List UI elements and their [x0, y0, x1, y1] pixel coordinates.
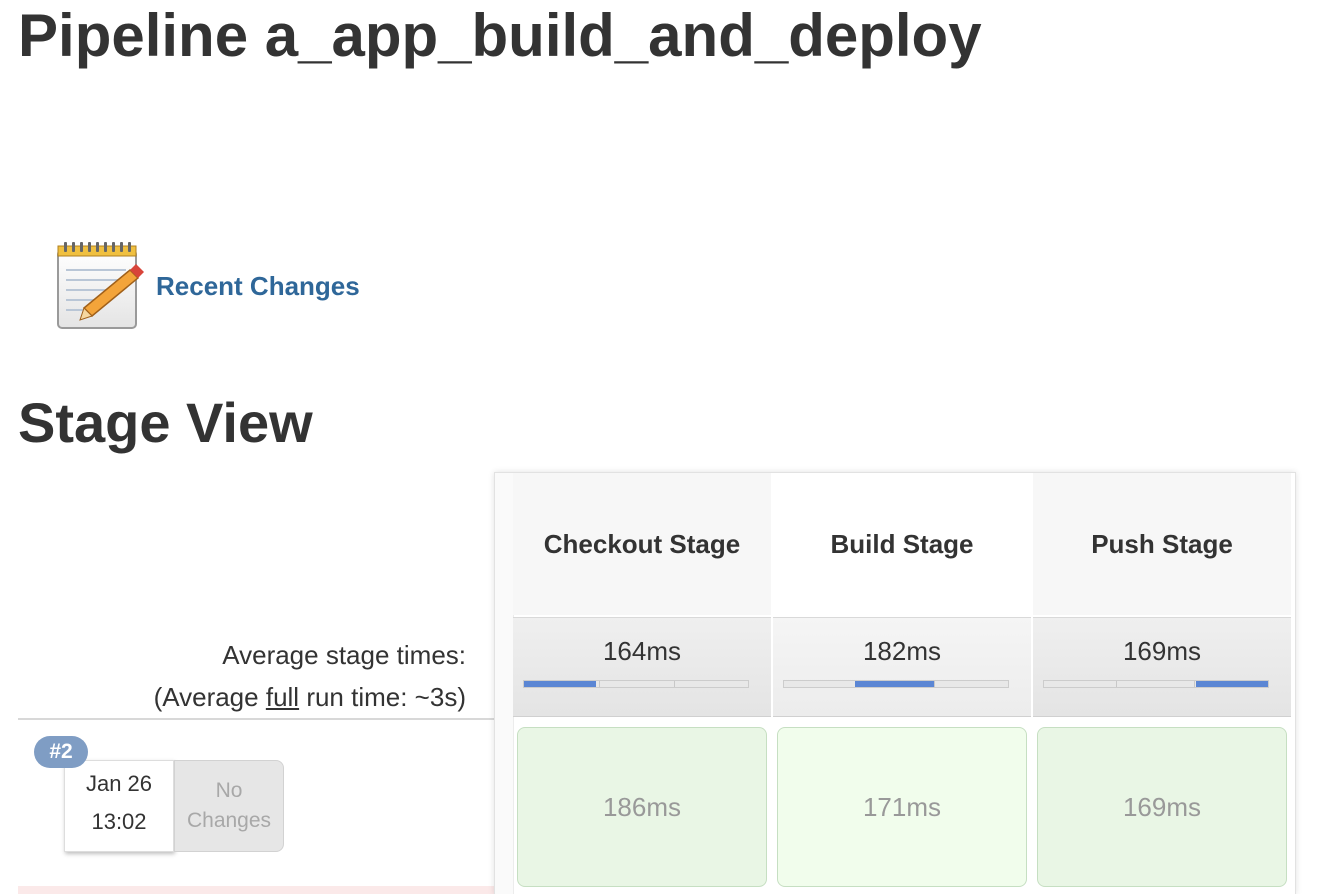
- bar-separator: [934, 681, 935, 687]
- stage-average-checkout: 164ms: [513, 617, 771, 717]
- stage-view-title: Stage View: [18, 391, 313, 454]
- stage-average-time: 164ms: [602, 636, 682, 666]
- stage-header-push[interactable]: Push Stage: [1033, 473, 1291, 615]
- bar-separator: [1194, 681, 1195, 687]
- stage-header-checkout[interactable]: Checkout Stage: [513, 473, 771, 615]
- build-date: Jan 26: [85, 771, 153, 796]
- build-row: #2 Jan 26 13:02 No Changes: [18, 720, 494, 888]
- average-stage-times-label: Average stage times: (Average full run t…: [154, 634, 466, 718]
- stage-table-gutter: [495, 473, 514, 894]
- page-title: Pipeline a_app_build_and_deploy: [18, 2, 982, 69]
- average-run-time-suffix: run time: ~3s): [299, 682, 466, 712]
- stage-average-time: 169ms: [1122, 636, 1202, 666]
- average-run-time-line: (Average full run time: ~3s): [154, 676, 466, 718]
- stage-average-bar-fill: [1196, 681, 1268, 687]
- recent-changes-label[interactable]: Recent Changes: [156, 271, 360, 302]
- stage-header-build[interactable]: Build Stage: [773, 473, 1031, 615]
- stage-column-push: Push Stage 169ms 169ms: [1033, 473, 1291, 894]
- stage-column-checkout: Checkout Stage 164ms 186ms: [513, 473, 771, 894]
- changes-line-2: Changes: [186, 809, 272, 832]
- build-number-badge[interactable]: #2: [34, 736, 88, 768]
- stage-average-bar: [1043, 680, 1269, 688]
- stage-view-left-panel: Average stage times: (Average full run t…: [18, 472, 494, 894]
- stage-column-build: Build Stage 182ms 171ms: [773, 473, 1031, 894]
- stage-cell-build[interactable]: 171ms: [777, 727, 1027, 887]
- average-stage-times-line: Average stage times:: [222, 640, 466, 670]
- bar-separator: [674, 681, 675, 687]
- next-build-row-strip: [18, 886, 494, 894]
- bar-separator: [1116, 681, 1117, 687]
- stage-average-bar: [783, 680, 1009, 688]
- build-changes-box: No Changes: [174, 760, 284, 852]
- page: Pipeline a_app_build_and_deploy Recent C…: [0, 0, 1322, 894]
- full-run-time-link[interactable]: full: [266, 682, 299, 712]
- build-timestamp: Jan 26 13:02: [64, 760, 174, 852]
- stage-average-bar-fill: [855, 681, 935, 687]
- bar-separator: [599, 681, 600, 687]
- build-time: 13:02: [91, 809, 147, 834]
- stage-table: Checkout Stage 164ms 186ms Build Stage 1…: [494, 472, 1296, 894]
- stage-average-bar: [523, 680, 749, 688]
- stage-average-build: 182ms: [773, 617, 1031, 717]
- recent-changes-link[interactable]: Recent Changes: [54, 240, 360, 332]
- stage-cell-push[interactable]: 169ms: [1037, 727, 1287, 887]
- stage-average-time: 182ms: [862, 636, 942, 666]
- changes-line-1: No: [215, 779, 243, 802]
- average-run-time-prefix: (Average: [153, 682, 266, 712]
- notepad-pencil-icon: [57, 242, 144, 329]
- stage-average-push: 169ms: [1033, 617, 1291, 717]
- stage-average-bar-fill: [524, 681, 596, 687]
- stage-cell-checkout[interactable]: 186ms: [517, 727, 767, 887]
